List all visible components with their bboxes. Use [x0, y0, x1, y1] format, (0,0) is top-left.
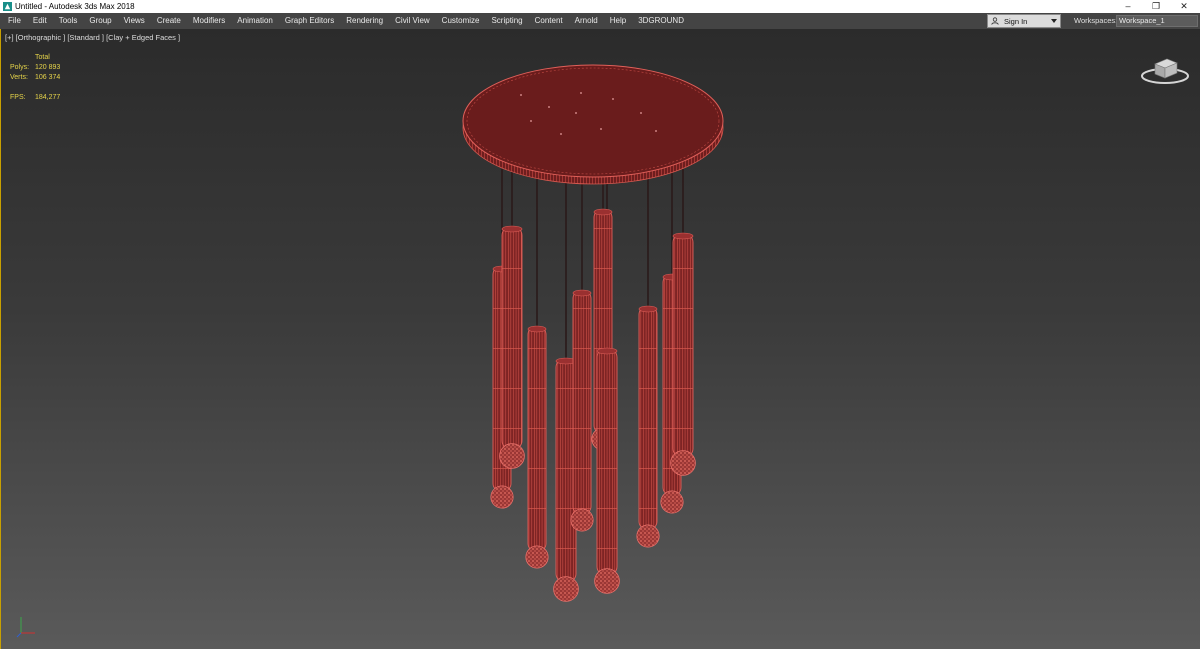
viewport[interactable]: [+] [Orthographic ] [Standard ] [Clay + … [0, 29, 1200, 649]
workspace-select[interactable]: Workspace_1 [1116, 15, 1198, 27]
fps-value: 184,277 [35, 94, 61, 101]
viewcube-icon[interactable] [1139, 52, 1191, 86]
fps-label: FPS: [10, 94, 26, 101]
pendant-cap [593, 208, 613, 216]
canopy-hole [548, 106, 550, 108]
maximize-button[interactable]: ❐ [1142, 0, 1170, 13]
verts-value: 106 374 [35, 74, 61, 81]
3dsmax-logo-icon [3, 2, 12, 11]
canopy-hole [655, 130, 657, 132]
menu-tools[interactable]: Tools [55, 13, 82, 29]
viewport-label[interactable]: [+] [Orthographic ] [Standard ] [Clay + … [5, 33, 180, 42]
axis-tripod-icon [16, 617, 35, 638]
menu-create[interactable]: Create [153, 13, 185, 29]
pendant-ball [490, 485, 514, 509]
pendant-ball [570, 508, 594, 532]
pendant-cap [596, 347, 618, 355]
pendant-cap [638, 305, 658, 313]
pendant-light [594, 347, 620, 594]
canopy-hole [520, 94, 522, 96]
pendant-light [670, 232, 696, 476]
menu-graph-editors[interactable]: Graph Editors [281, 13, 338, 29]
pendant-ball [636, 524, 660, 548]
title-bar: Untitled - Autodesk 3ds Max 2018 – ❐ ✕ [0, 0, 1200, 13]
pendant-tube [501, 226, 523, 450]
menu-content[interactable]: Content [531, 13, 567, 29]
close-button[interactable]: ✕ [1170, 0, 1198, 13]
menu-bar: File Edit Tools Group Views Create Modif… [0, 13, 1200, 29]
canopy-hole [530, 120, 532, 122]
menu-scripting[interactable]: Scripting [487, 13, 526, 29]
sign-in-dropdown[interactable]: Sign In [987, 14, 1061, 28]
pendant-light [525, 325, 549, 569]
viewport-statistics: Total Polys: 120 893 Verts: 106 374 FPS: 18… [10, 53, 80, 103]
pendant-ball [499, 443, 525, 469]
pendant-ball [525, 545, 549, 569]
canopy-hole [580, 92, 582, 94]
sign-in-label: Sign In [1004, 17, 1028, 26]
menu-edit[interactable]: Edit [29, 13, 51, 29]
pendant-tube [638, 306, 658, 530]
menu-help[interactable]: Help [606, 13, 630, 29]
workspace-value: Workspace_1 [1119, 16, 1165, 25]
polys-value: 120 893 [35, 64, 61, 71]
pendant-tube [527, 326, 547, 552]
pendant-cap [527, 325, 547, 333]
app-window: Untitled - Autodesk 3ds Max 2018 – ❐ ✕ F… [0, 0, 1200, 649]
canopy-hole [640, 112, 642, 114]
menu-civil-view[interactable]: Civil View [391, 13, 434, 29]
pendant-tube [596, 348, 618, 576]
pendant-ball [594, 568, 620, 594]
minimize-button[interactable]: – [1114, 0, 1142, 13]
chevron-down-icon [1051, 19, 1057, 23]
menu-arnold[interactable]: Arnold [571, 13, 602, 29]
verts-label: Verts: [10, 74, 28, 81]
window-title: Untitled - Autodesk 3ds Max 2018 [15, 2, 135, 11]
chandelier-model[interactable] [1, 29, 1200, 649]
pendant-ball [660, 490, 684, 514]
canopy-hole [600, 128, 602, 130]
menu-customize[interactable]: Customize [438, 13, 484, 29]
pendant-cap [572, 289, 592, 297]
menu-file[interactable]: File [4, 13, 25, 29]
menu-rendering[interactable]: Rendering [342, 13, 387, 29]
canopy-hole [560, 133, 562, 135]
canopy-hole [575, 112, 577, 114]
workspaces-label: Workspaces: [1074, 16, 1118, 25]
menu-list: File Edit Tools Group Views Create Modif… [0, 13, 688, 29]
menu-views[interactable]: Views [120, 13, 149, 29]
pendant-tube [572, 290, 592, 515]
polys-label: Polys: [10, 64, 30, 71]
stats-header: Total [35, 54, 50, 61]
menu-animation[interactable]: Animation [233, 13, 277, 29]
pendant-ball [553, 576, 579, 602]
user-icon [991, 17, 999, 25]
canopy-hole [612, 98, 614, 100]
menu-3dground[interactable]: 3DGROUND [634, 13, 688, 29]
menu-group[interactable]: Group [85, 13, 115, 29]
pendant-cap [672, 232, 694, 240]
pendant-group [490, 208, 696, 602]
pendant-light [636, 305, 660, 548]
pendant-cap [501, 225, 523, 233]
pendant-light [499, 225, 525, 469]
pendant-tube [672, 233, 694, 458]
menu-modifiers[interactable]: Modifiers [189, 13, 229, 29]
pendant-ball [670, 450, 696, 476]
pendant-light [570, 289, 594, 532]
ceiling-canopy [462, 64, 724, 185]
